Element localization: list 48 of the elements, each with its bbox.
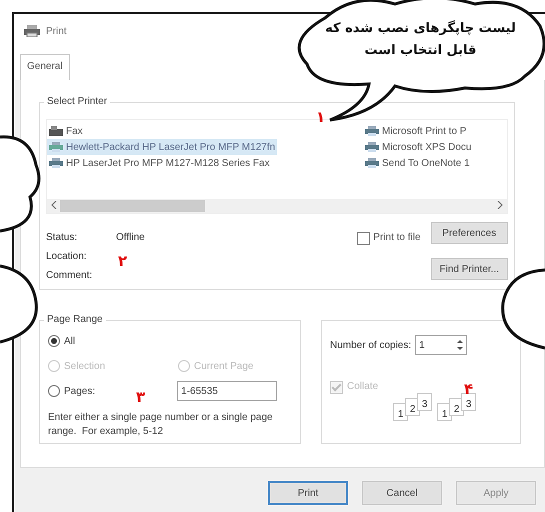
horizontal-scrollbar[interactable] xyxy=(47,199,507,213)
printer-icon xyxy=(24,25,40,37)
collate-pages-drawing: 1 2 3 xyxy=(396,393,432,421)
printer-item[interactable]: Microsoft XPS Docu xyxy=(363,139,474,155)
print-to-file-label: Print to file xyxy=(373,232,421,243)
step-number: ۳ xyxy=(136,390,146,405)
pages-field[interactable]: 1-65535 xyxy=(177,381,278,401)
fax-icon xyxy=(49,126,63,136)
printer-icon xyxy=(365,126,379,136)
group-title: Select Printer xyxy=(44,96,110,107)
collate-label: Collate xyxy=(347,381,378,392)
printer-icon xyxy=(49,158,63,168)
radio-button[interactable] xyxy=(48,385,60,397)
dialog-button[interactable]: Print xyxy=(268,481,348,505)
printer-item[interactable]: Send To OneNote 1 xyxy=(363,155,472,171)
location-label: Location: xyxy=(46,251,88,262)
printer-icon xyxy=(365,142,379,152)
collate-pages-drawing: 1 2 3 xyxy=(440,393,476,421)
scroll-right-icon[interactable] xyxy=(497,200,503,212)
preferences-button[interactable]: Preferences xyxy=(430,222,508,244)
group-title: Page Range xyxy=(44,314,106,325)
printer-item[interactable]: HP LaserJet Pro MFP M127-M128 Series Fax xyxy=(47,155,272,171)
find-printer-button[interactable]: Find Printer... xyxy=(430,258,508,280)
window-title: Print xyxy=(46,26,67,36)
scroll-left-icon[interactable] xyxy=(51,200,57,212)
printer-icon xyxy=(365,158,379,168)
callout-text: لیست چاپگرهای نصب شده که قابل انتخاب است xyxy=(324,19,517,60)
step-number: ۱ xyxy=(316,110,326,125)
radio-label: Selection xyxy=(64,360,106,372)
page-range-hint: Enter either a single page number or a single page range. For example, 5-12 xyxy=(48,411,274,439)
printer-icon xyxy=(49,142,63,152)
scroll-thumb[interactable] xyxy=(60,200,205,212)
print-to-file-checkbox[interactable] xyxy=(357,232,370,245)
radio-label: Pages: xyxy=(64,386,96,396)
printer-item[interactable]: Fax xyxy=(47,123,85,139)
copies-label: Number of copies: xyxy=(330,340,412,350)
status-value: Offline xyxy=(116,232,146,243)
dialog-button[interactable]: Cancel xyxy=(362,481,442,505)
copies-spinner[interactable]: 1 xyxy=(415,335,468,355)
tab[interactable]: General xyxy=(20,54,70,80)
step-number: ۲ xyxy=(118,254,128,269)
radio-label: Current Page xyxy=(194,360,254,372)
comment-label: Comment: xyxy=(46,270,94,281)
status-label: Status: xyxy=(46,232,78,243)
printer-item[interactable]: Microsoft Print to P xyxy=(363,123,468,139)
radio-button[interactable] xyxy=(48,335,60,347)
radio-label: All xyxy=(64,336,76,346)
printer-item[interactable]: Hewlett-Packard HP LaserJet Pro MFP M127fn xyxy=(47,139,278,155)
